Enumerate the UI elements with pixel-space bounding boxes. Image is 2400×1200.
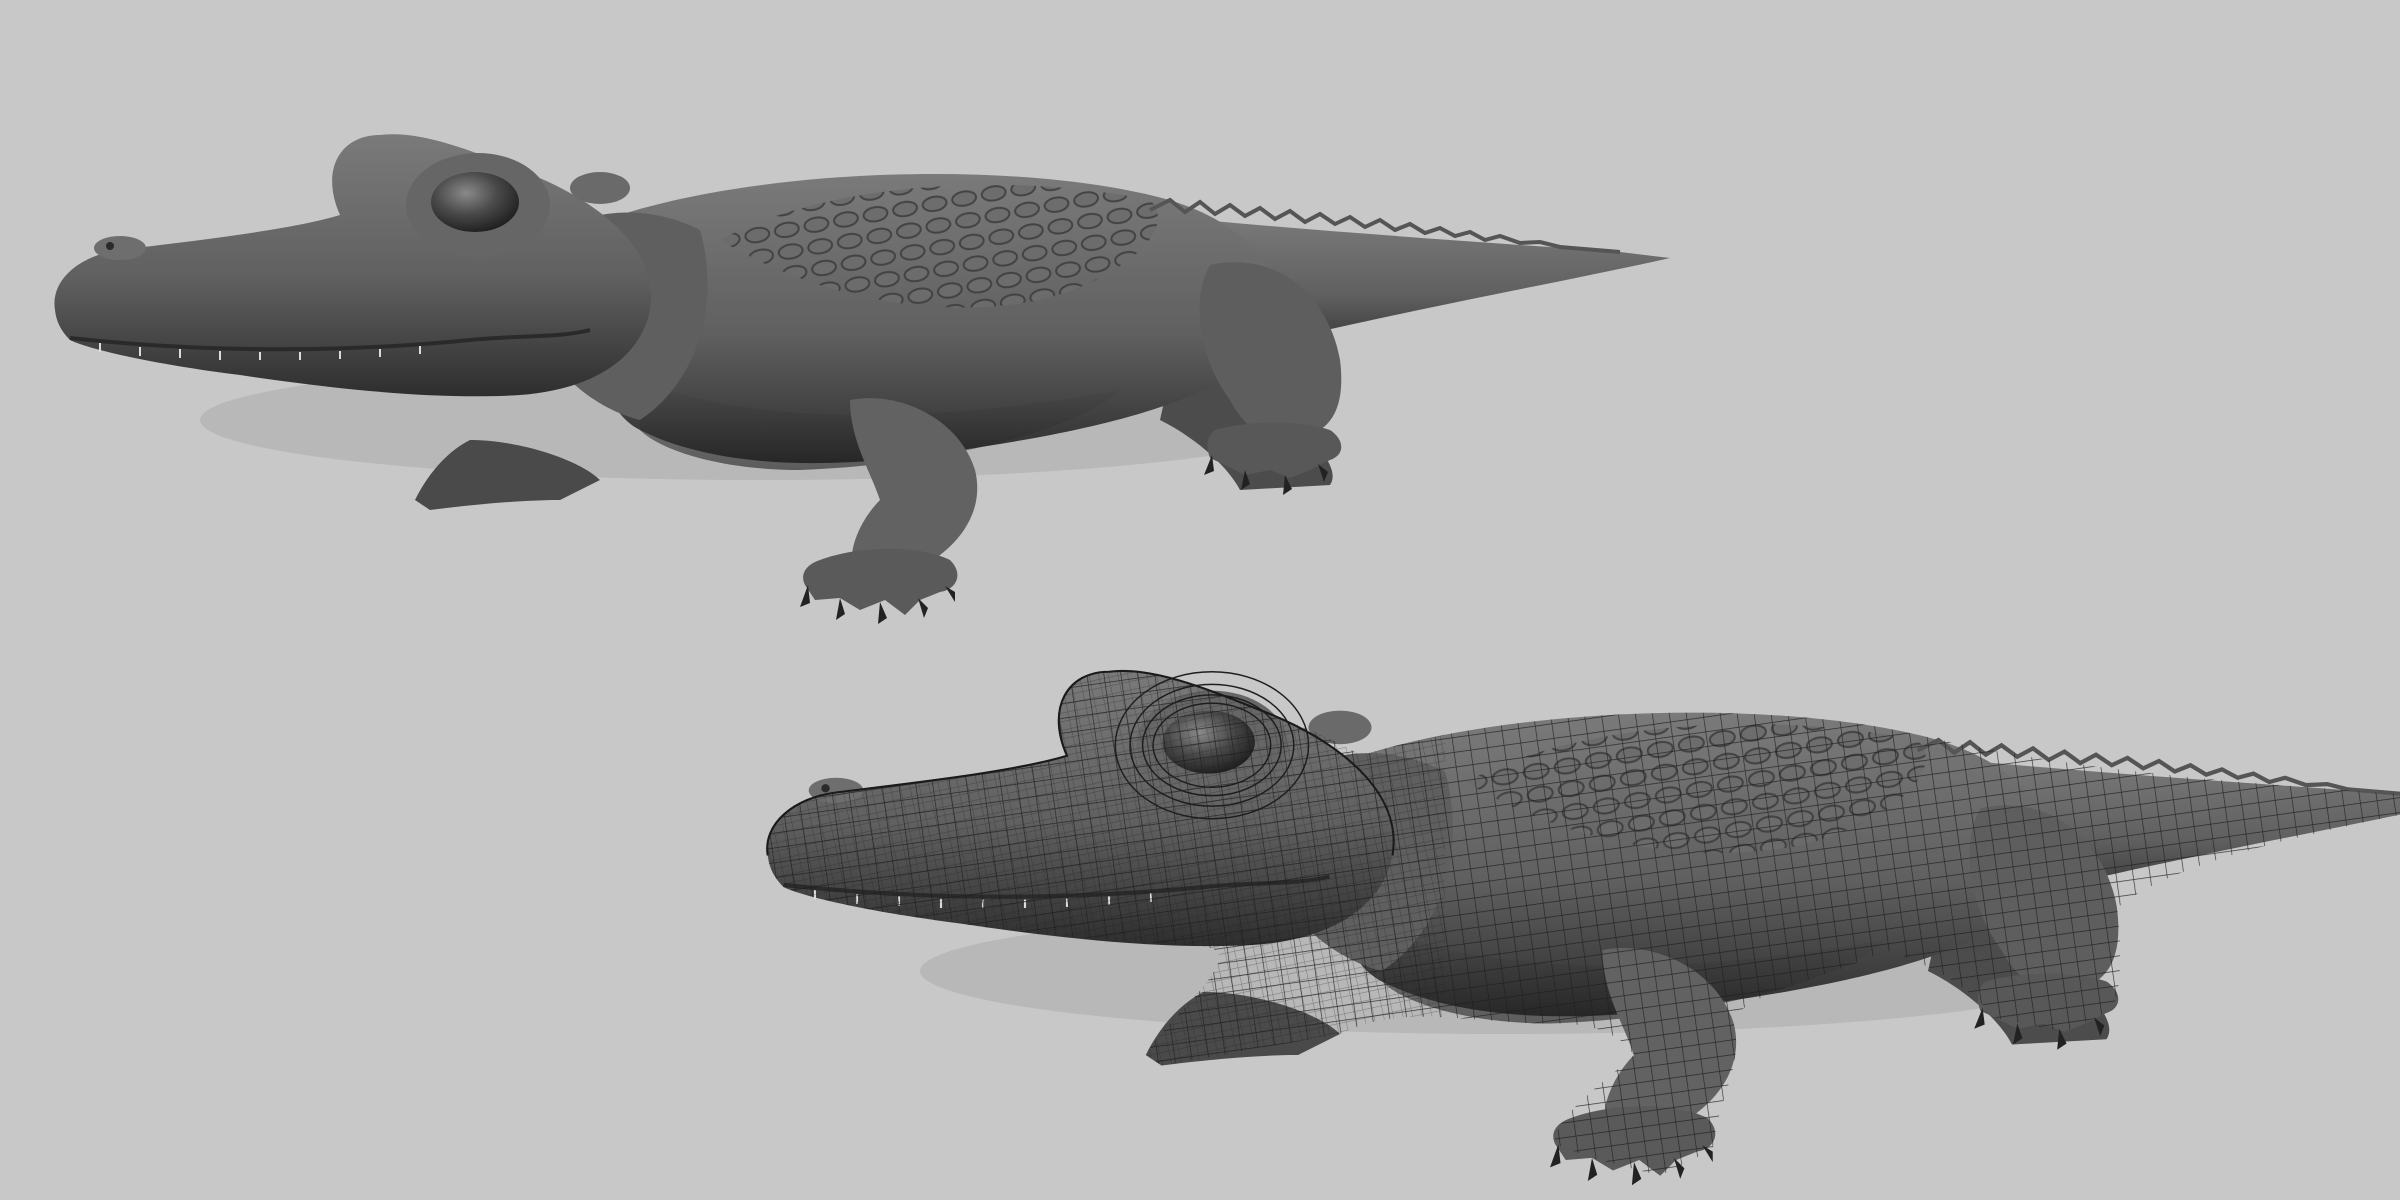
smooth-shaded-alligator-model[interactable] xyxy=(52,132,1672,627)
wireframe-alligator-model[interactable] xyxy=(710,635,2400,1200)
viewport[interactable] xyxy=(0,0,2400,1200)
